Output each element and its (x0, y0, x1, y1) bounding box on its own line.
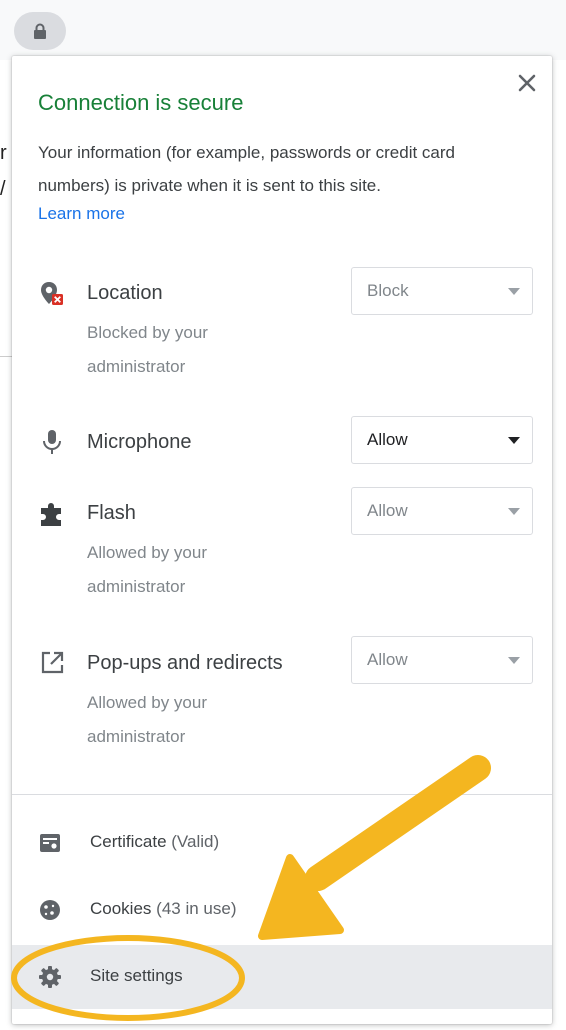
site-settings-label: Site settings (90, 966, 183, 985)
site-info-button[interactable] (14, 12, 66, 50)
permission-label-location: Location (87, 282, 163, 304)
permission-note-flash: Allowed by your administrator (87, 536, 287, 604)
certificate-row[interactable]: Certificate (Valid) (12, 811, 552, 875)
select-value: Allow (367, 430, 408, 449)
cookies-label: Cookies (90, 899, 152, 918)
permission-note-line: Allowed by your (87, 693, 208, 712)
open-in-new-icon (38, 649, 66, 677)
background-divider (0, 356, 12, 357)
popups-permission-select[interactable]: Allow (351, 636, 533, 684)
select-value: Allow (367, 650, 408, 669)
cookie-icon (38, 898, 62, 922)
microphone-permission-select[interactable]: Allow (351, 416, 533, 464)
connection-description: Your information (for example, passwords… (38, 143, 455, 195)
permission-note-line: administrator (87, 577, 186, 596)
cookies-row[interactable]: Cookies (43 in use) (12, 878, 552, 942)
flash-permission-select[interactable]: Allow (351, 487, 533, 535)
microphone-icon (38, 428, 66, 456)
cookies-count: (43 in use) (156, 899, 237, 918)
permission-note-location: Blocked by your administrator (87, 316, 287, 384)
permission-label-flash: Flash (87, 502, 136, 524)
dropdown-caret-icon (508, 288, 520, 295)
dropdown-caret-icon (508, 657, 520, 664)
certificate-status: (Valid) (171, 832, 220, 851)
close-icon (518, 74, 536, 92)
location-blocked-icon (38, 280, 66, 308)
permission-note-line: Blocked by your (87, 323, 208, 342)
cookies-text: Cookies (43 in use) (90, 899, 236, 919)
dropdown-caret-icon (508, 437, 520, 444)
location-permission-select[interactable]: Block (351, 267, 533, 315)
learn-more-link[interactable]: Learn more (38, 204, 125, 224)
permission-note-popups: Allowed by your administrator (87, 686, 287, 754)
select-value: Block (367, 281, 409, 300)
background-text-fragment: / (0, 178, 6, 200)
certificate-icon (38, 831, 62, 855)
permission-note-line: Allowed by your (87, 543, 208, 562)
permission-note-line: administrator (87, 727, 186, 746)
site-settings-row[interactable]: Site settings (12, 945, 552, 1009)
permission-label-microphone: Microphone (87, 431, 192, 453)
section-divider (12, 794, 552, 795)
background-text-fragment: r (0, 142, 7, 164)
permission-note-line: administrator (87, 357, 186, 376)
browser-toolbar (0, 0, 566, 60)
dropdown-caret-icon (508, 508, 520, 515)
puzzle-icon (38, 500, 66, 528)
certificate-text: Certificate (Valid) (90, 832, 219, 852)
lock-icon (34, 23, 46, 39)
page-info-popup: Connection is secure Your information (f… (12, 56, 552, 1024)
permission-label-popups: Pop-ups and redirects (87, 652, 283, 674)
connection-status-title: Connection is secure (38, 90, 244, 115)
gear-icon (38, 965, 62, 989)
close-button[interactable] (516, 72, 538, 94)
select-value: Allow (367, 501, 408, 520)
certificate-label: Certificate (90, 832, 167, 851)
